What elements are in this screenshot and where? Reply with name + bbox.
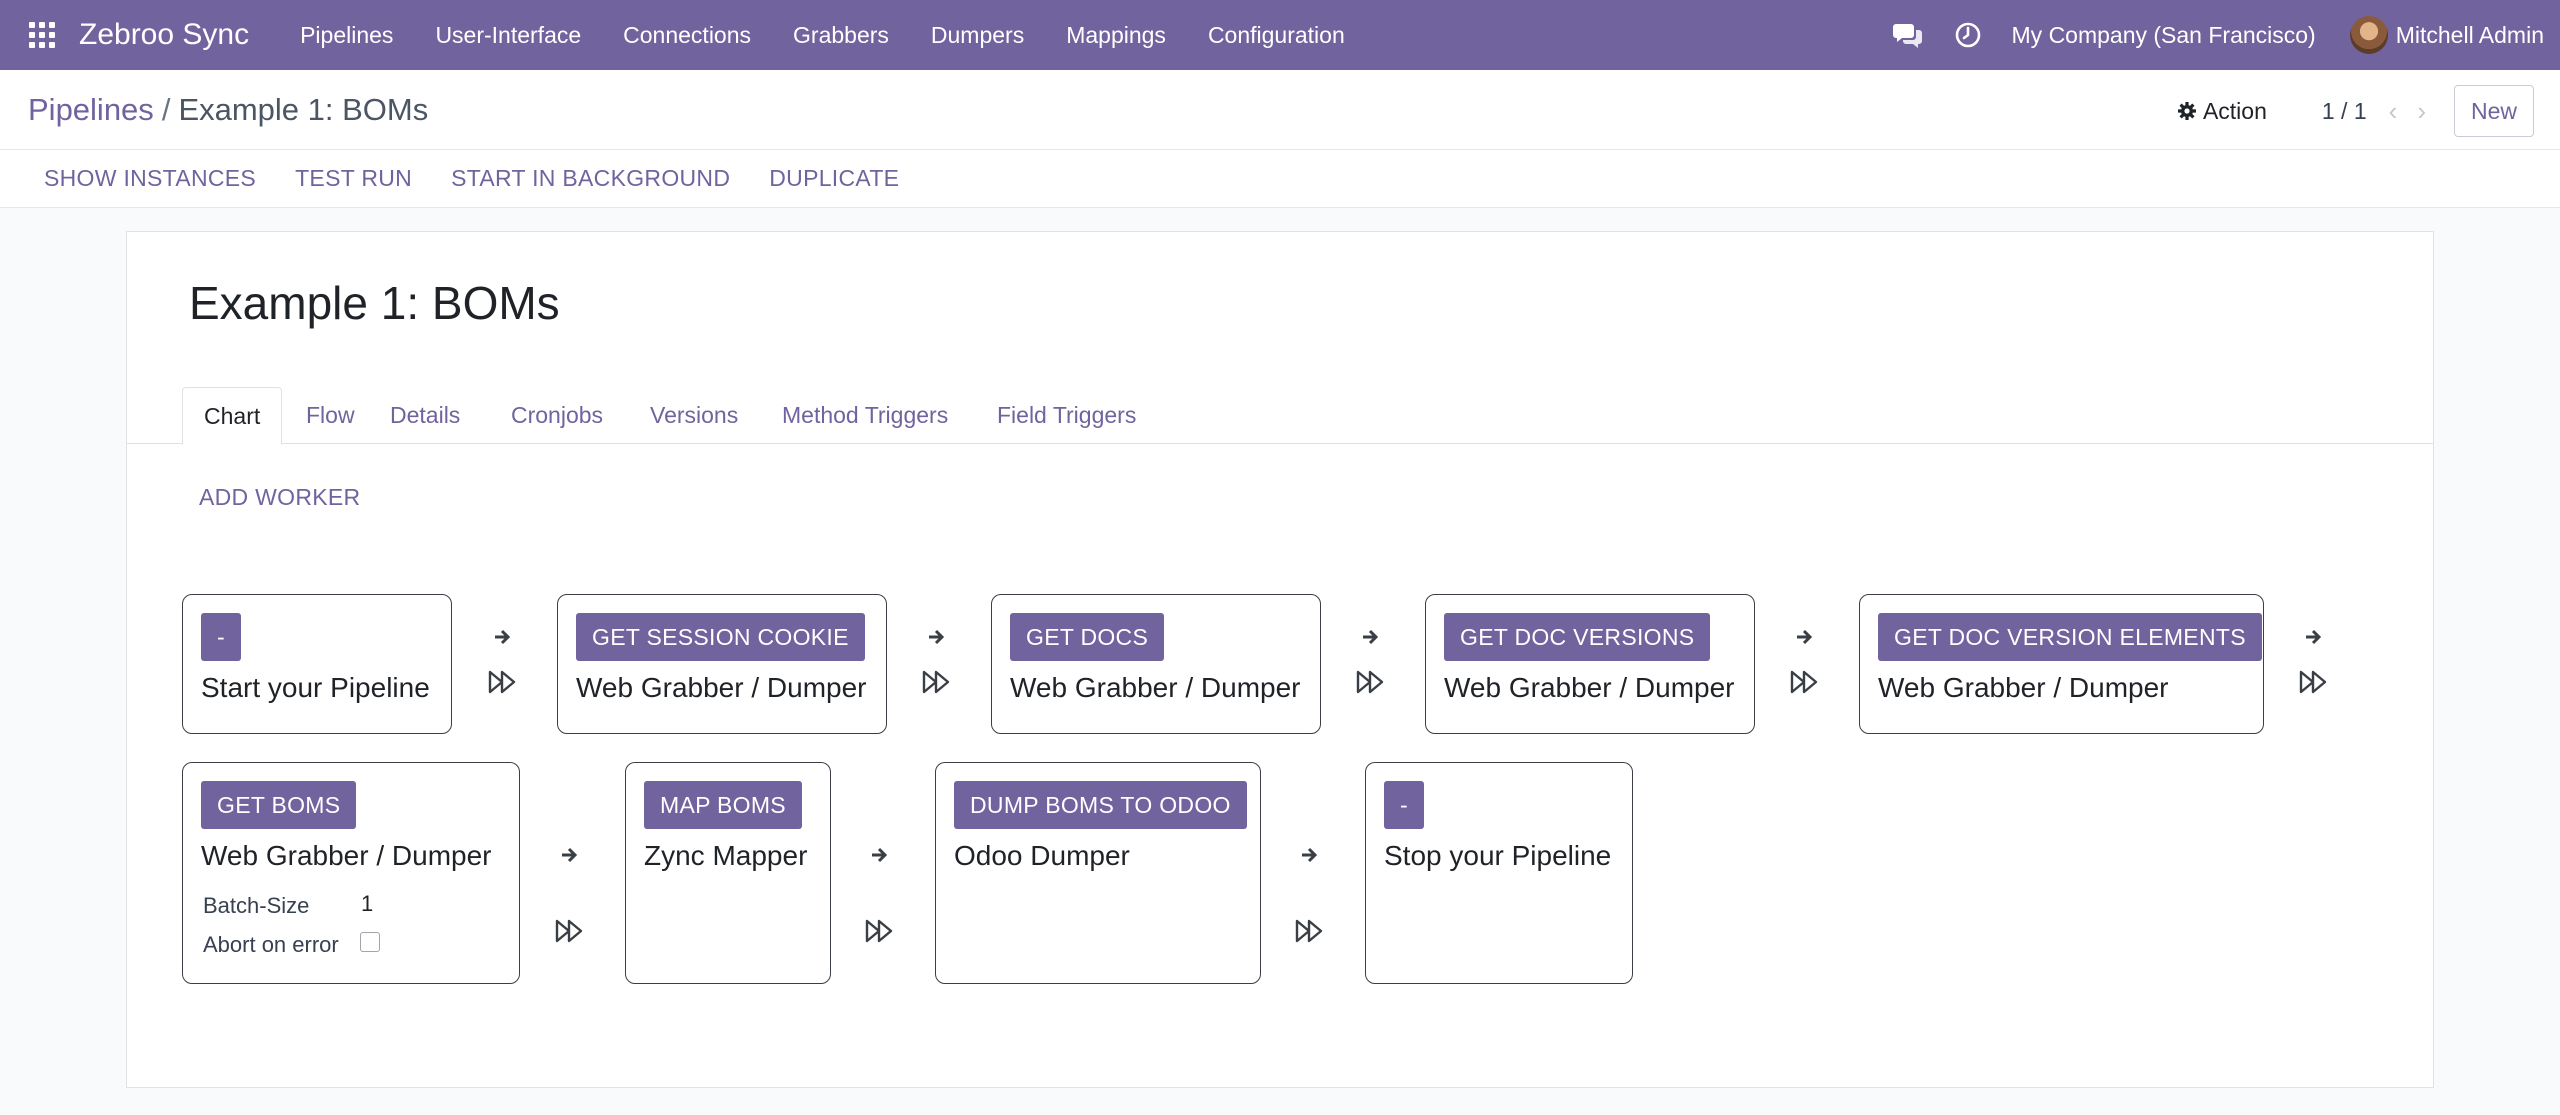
form-sheet: Example 1: BOMs Chart Flow Details Cronj… — [126, 231, 2434, 1088]
app-brand[interactable]: Zebroo Sync — [79, 18, 249, 52]
arrow-right-icon[interactable] — [1361, 627, 1381, 647]
arrow-right-icon[interactable] — [927, 627, 947, 647]
tab-method-triggers[interactable]: Method Triggers — [761, 387, 969, 444]
record-title[interactable]: Example 1: BOMs — [189, 276, 560, 330]
pager-next-icon[interactable]: › — [2417, 96, 2426, 127]
fast-forward-icon[interactable] — [1356, 669, 1386, 695]
fast-forward-icon[interactable] — [488, 669, 518, 695]
test-run-button[interactable]: TEST RUN — [295, 165, 412, 192]
worker-card-get-docs[interactable]: GET DOCS Web Grabber / Dumper — [991, 594, 1321, 734]
avatar[interactable] — [2349, 16, 2388, 54]
arrow-right-icon[interactable] — [1300, 845, 1320, 865]
worker-card-get-doc-version-elements[interactable]: GET DOC VERSION ELEMENTS Web Grabber / D… — [1859, 594, 2264, 734]
pager-value[interactable]: 1 / 1 — [2322, 98, 2367, 125]
worker-tag[interactable]: GET BOMS — [201, 781, 357, 829]
worker-tag[interactable]: GET DOCS — [1010, 613, 1165, 661]
worker-type: Web Grabber / Dumper — [576, 672, 867, 703]
abort-on-error-label: Abort on error — [203, 932, 339, 957]
worker-type: Web Grabber / Dumper — [1878, 672, 2169, 703]
navbar-systray: My Company (San Francisco) Mitchell Admi… — [1892, 0, 2560, 70]
action-button[interactable]: Action — [2177, 98, 2267, 125]
chat-icon[interactable] — [1892, 21, 1924, 49]
menu-item-grabbers[interactable]: Grabbers — [772, 22, 910, 49]
duplicate-button[interactable]: DUPLICATE — [769, 165, 899, 192]
add-worker-button[interactable]: ADD WORKER — [199, 484, 360, 511]
abort-on-error-checkbox[interactable] — [360, 932, 380, 952]
new-button[interactable]: New — [2453, 85, 2534, 137]
arrow-right-icon[interactable] — [493, 627, 513, 647]
worker-card-get-boms[interactable]: GET BOMS Web Grabber / Dumper Batch-Size… — [182, 762, 520, 984]
fast-forward-icon[interactable] — [555, 918, 585, 944]
arrow-right-icon[interactable] — [1795, 627, 1815, 647]
menu-item-pipelines[interactable]: Pipelines — [279, 22, 414, 49]
arrow-right-icon[interactable] — [2304, 627, 2324, 647]
fast-forward-icon[interactable] — [1295, 918, 1325, 944]
fast-forward-icon[interactable] — [922, 669, 952, 695]
main-menu: Pipelines User-Interface Connections Gra… — [279, 22, 1366, 49]
worker-tag[interactable]: GET DOC VERSIONS — [1444, 613, 1711, 661]
worker-card-start[interactable]: - Start your Pipeline — [182, 594, 452, 734]
fast-forward-icon[interactable] — [865, 918, 895, 944]
top-navbar: Zebroo Sync Pipelines User-Interface Con… — [0, 0, 2560, 70]
arrow-right-icon[interactable] — [560, 845, 580, 865]
batch-size-field[interactable]: 1 — [361, 891, 373, 917]
menu-item-connections[interactable]: Connections — [602, 22, 772, 49]
worker-card-map-boms[interactable]: MAP BOMS Zync Mapper — [625, 762, 831, 984]
worker-type: Start your Pipeline — [201, 672, 430, 703]
worker-tag[interactable]: GET DOC VERSION ELEMENTS — [1878, 613, 2262, 661]
action-label: Action — [2202, 97, 2267, 124]
tab-cronjobs[interactable]: Cronjobs — [490, 387, 624, 444]
fast-forward-icon[interactable] — [1790, 669, 1820, 695]
show-instances-button[interactable]: SHOW INSTANCES — [44, 165, 256, 192]
worker-type: Stop your Pipeline — [1384, 840, 1612, 871]
tab-versions[interactable]: Versions — [629, 387, 759, 444]
control-panel-right: Action 1 / 1 ‹ › New — [2177, 84, 2534, 138]
tab-details[interactable]: Details — [369, 387, 481, 444]
breadcrumb: Pipelines / Example 1: BOMs — [28, 92, 428, 128]
menu-item-user-interface[interactable]: User-Interface — [414, 22, 602, 49]
breadcrumb-current: Example 1: BOMs — [178, 92, 429, 127]
worker-type: Odoo Dumper — [954, 840, 1130, 871]
gear-icon — [2177, 102, 2196, 120]
arrow-right-icon[interactable] — [870, 845, 890, 865]
worker-tag[interactable]: - — [1384, 781, 1424, 829]
control-panel: Pipelines / Example 1: BOMs Action 1 / 1 ‹… — [0, 70, 2560, 150]
tab-field-triggers[interactable]: Field Triggers — [976, 387, 1157, 444]
breadcrumb-pipelines[interactable]: Pipelines — [28, 92, 154, 127]
worker-card-get-session-cookie[interactable]: GET SESSION COOKIE Web Grabber / Dumper — [557, 594, 887, 734]
pager-previous-icon[interactable]: ‹ — [2389, 96, 2398, 127]
worker-tag[interactable]: MAP BOMS — [644, 781, 802, 829]
worker-card-dump-boms-to-odoo[interactable]: DUMP BOMS TO ODOO Odoo Dumper — [935, 762, 1261, 984]
menu-item-dumpers[interactable]: Dumpers — [910, 22, 1045, 49]
batch-size-label: Batch-Size — [203, 893, 310, 918]
start-in-background-button[interactable]: START IN BACKGROUND — [451, 165, 730, 192]
worker-type: Zync Mapper — [644, 840, 808, 871]
company-switcher[interactable]: My Company (San Francisco) — [2012, 22, 2316, 49]
worker-card-stop[interactable]: - Stop your Pipeline — [1365, 762, 1633, 984]
tab-flow[interactable]: Flow — [285, 387, 376, 444]
worker-type: Web Grabber / Dumper — [1444, 672, 1735, 703]
menu-item-configuration[interactable]: Configuration — [1187, 22, 1366, 49]
worker-tag[interactable]: DUMP BOMS TO ODOO — [954, 781, 1247, 829]
fast-forward-icon[interactable] — [2299, 669, 2329, 695]
worker-card-get-doc-versions[interactable]: GET DOC VERSIONS Web Grabber / Dumper — [1425, 594, 1755, 734]
worker-tag[interactable]: - — [201, 613, 241, 661]
breadcrumb-separator: / — [161, 92, 171, 127]
tab-chart[interactable]: Chart — [182, 387, 283, 445]
notebook-tabs: Chart Flow Details Cronjobs Versions Met… — [127, 387, 2433, 445]
form-button-bar: SHOW INSTANCES TEST RUN START IN BACKGRO… — [0, 150, 2560, 208]
worker-type: Web Grabber / Dumper — [201, 840, 492, 871]
apps-icon[interactable] — [29, 22, 55, 48]
menu-item-mappings[interactable]: Mappings — [1045, 22, 1187, 49]
user-menu[interactable]: Mitchell Admin — [2396, 22, 2544, 49]
worker-type: Web Grabber / Dumper — [1010, 672, 1301, 703]
worker-tag[interactable]: GET SESSION COOKIE — [576, 613, 865, 661]
clock-icon[interactable] — [1954, 21, 1982, 49]
